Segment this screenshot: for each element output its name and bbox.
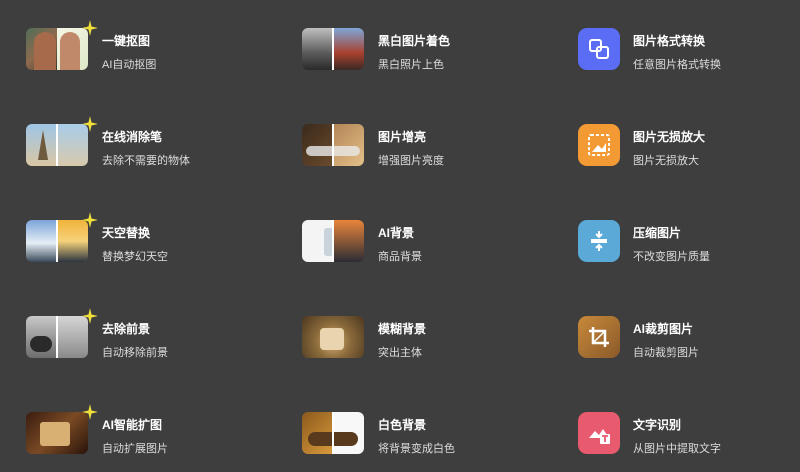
tool-colorize[interactable]: 黑白图片着色 黑白照片上色 — [302, 28, 532, 88]
tool-title: AI智能扩图 — [102, 418, 163, 432]
tool-title: 图片格式转换 — [633, 34, 706, 48]
text-recognition-icon — [578, 412, 620, 454]
tool-upscale[interactable]: 图片无损放大 图片无损放大 — [578, 124, 800, 184]
tool-subtitle: 从图片中提取文字 — [633, 443, 721, 455]
tool-foreground[interactable]: 去除前景 自动移除前景 — [26, 308, 256, 376]
tool-title: AI裁剪图片 — [633, 322, 694, 336]
tool-format[interactable]: 图片格式转换 任意图片格式转换 — [578, 28, 800, 88]
sky-thumbnail — [26, 220, 88, 262]
tool-whitebg[interactable]: 白色背景 将背景变成白色 — [302, 412, 532, 472]
tool-enhance[interactable]: 图片增亮 增强图片亮度 — [302, 124, 532, 184]
tool-aibg[interactable]: AI背景 商品背景 — [302, 220, 532, 280]
tool-title: AI背景 — [378, 226, 415, 240]
tool-expand[interactable]: AI智能扩图 自动扩展图片 — [26, 404, 256, 472]
tool-subtitle: 自动裁剪图片 — [633, 347, 699, 359]
foreground-thumbnail — [26, 316, 88, 358]
compress-icon — [578, 220, 620, 262]
tool-subtitle: 图片无损放大 — [633, 155, 699, 167]
tool-title: 图片增亮 — [378, 130, 427, 144]
tool-subtitle: 将背景变成白色 — [378, 443, 455, 455]
tool-title: 压缩图片 — [633, 226, 682, 240]
tool-subtitle: 自动扩展图片 — [102, 443, 168, 455]
sparkle-icon — [82, 20, 98, 36]
tool-subtitle: 不改变图片质量 — [633, 251, 710, 263]
crop-icon — [578, 316, 620, 358]
tool-title: 文字识别 — [633, 418, 682, 432]
whitebg-thumbnail — [302, 412, 364, 454]
expand-thumbnail — [26, 412, 88, 454]
blur-thumbnail — [302, 316, 364, 358]
cutout-thumbnail — [26, 28, 88, 70]
tool-compress[interactable]: 压缩图片 不改变图片质量 — [578, 220, 800, 280]
tool-subtitle: 突出主体 — [378, 347, 422, 359]
tool-blur[interactable]: 模糊背景 突出主体 — [302, 316, 532, 376]
tool-subtitle: 去除不需要的物体 — [102, 155, 190, 167]
tool-title: 一键抠图 — [102, 34, 151, 48]
tool-title: 在线消除笔 — [102, 130, 163, 144]
tool-sky[interactable]: 天空替换 替换梦幻天空 — [26, 212, 256, 280]
tool-subtitle: 增强图片亮度 — [378, 155, 444, 167]
tool-title: 黑白图片着色 — [378, 34, 451, 48]
tool-title: 白色背景 — [378, 418, 427, 432]
tool-subtitle: 商品背景 — [378, 251, 422, 263]
tool-subtitle: AI自动抠图 — [102, 59, 157, 71]
tool-cutout[interactable]: 一键抠图 AI自动抠图 — [26, 20, 256, 88]
tool-grid: 一键抠图 AI自动抠图 黑白图片着色 黑白照片上色 图片格式转换 任意图片格式转… — [0, 0, 800, 466]
tool-subtitle: 黑白照片上色 — [378, 59, 444, 71]
erase-thumbnail — [26, 124, 88, 166]
tool-title: 图片无损放大 — [633, 130, 706, 144]
sparkle-icon — [82, 404, 98, 420]
tool-erase[interactable]: 在线消除笔 去除不需要的物体 — [26, 116, 256, 184]
tool-subtitle: 自动移除前景 — [102, 347, 168, 359]
sparkle-icon — [82, 116, 98, 132]
tool-subtitle: 替换梦幻天空 — [102, 251, 168, 263]
tool-subtitle: 任意图片格式转换 — [633, 59, 721, 71]
tool-title: 去除前景 — [102, 322, 151, 336]
sparkle-icon — [82, 212, 98, 228]
tool-title: 模糊背景 — [378, 322, 427, 336]
sparkle-icon — [82, 308, 98, 324]
tool-title: 天空替换 — [102, 226, 151, 240]
tool-ocr[interactable]: 文字识别 从图片中提取文字 — [578, 412, 800, 472]
tool-crop[interactable]: AI裁剪图片 自动裁剪图片 — [578, 316, 800, 376]
colorize-thumbnail — [302, 28, 364, 70]
convert-icon — [578, 28, 620, 70]
aibg-thumbnail — [302, 220, 364, 262]
enhance-thumbnail — [302, 124, 364, 166]
upscale-icon — [578, 124, 620, 166]
